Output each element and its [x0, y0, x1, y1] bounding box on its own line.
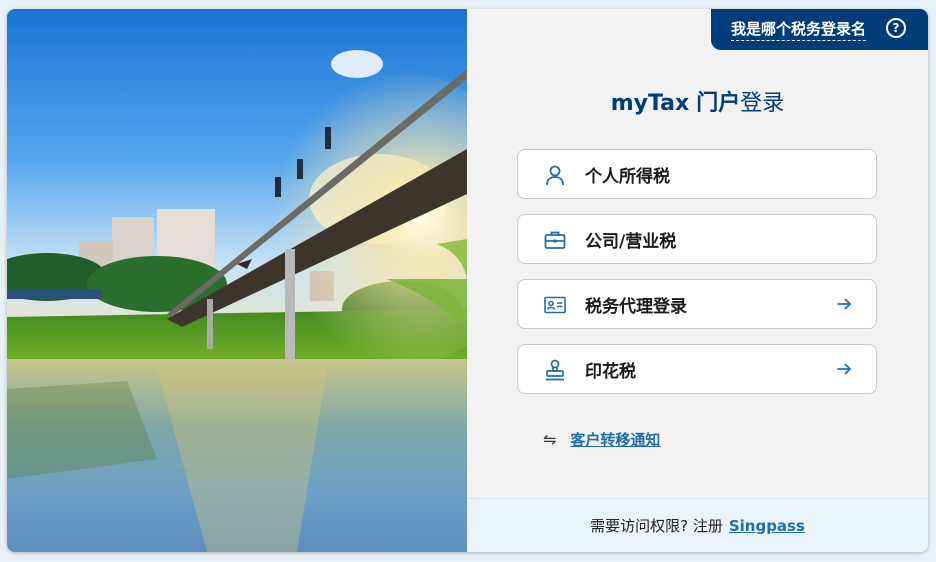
- which-tax-login-tab[interactable]: 我是哪个税务登录名 ?: [711, 9, 928, 50]
- page-title: myTax 门户登录: [467, 85, 928, 117]
- arrow-right-icon: [836, 361, 852, 377]
- id-card-icon: [544, 294, 566, 316]
- stamp-icon: [544, 359, 566, 381]
- stamp-duty-label: 印花税: [585, 361, 636, 382]
- individual-income-tax-button[interactable]: 个人所得税: [517, 149, 877, 199]
- title-login: 登录: [740, 91, 785, 116]
- which-tax-login-label[interactable]: 我是哪个税务登录名: [731, 18, 867, 41]
- login-panel: 我是哪个税务登录名 ? myTax 门户登录 个人所得税 公司/营业税 税务代理…: [467, 9, 928, 552]
- title-brand: myTax: [610, 91, 690, 116]
- individual-income-tax-label: 个人所得税: [585, 166, 670, 187]
- footer-bar: 需要访问权限? 注册 Singpass: [467, 498, 928, 552]
- client-transfer-link[interactable]: 客户转移通知: [570, 429, 660, 450]
- briefcase-icon: [544, 229, 566, 251]
- title-portal: 门户: [696, 91, 741, 116]
- company-business-tax-button[interactable]: 公司/营业税: [517, 214, 877, 264]
- swap-arrows-icon: ⇋: [543, 430, 557, 449]
- footer-text: 需要访问权限? 注册: [590, 517, 723, 535]
- singpass-register-link[interactable]: Singpass: [729, 517, 805, 535]
- tax-agent-login-label: 税务代理登录: [585, 296, 687, 317]
- hero-photo: [7, 9, 467, 552]
- login-card: 我是哪个税务登录名 ? myTax 门户登录 个人所得税 公司/营业税 税务代理…: [7, 9, 928, 552]
- company-business-tax-label: 公司/营业税: [585, 231, 677, 252]
- tax-agent-login-button[interactable]: 税务代理登录: [517, 279, 877, 329]
- client-transfer-notice[interactable]: ⇋ 客户转移通知: [543, 429, 660, 450]
- arrow-right-icon: [836, 296, 852, 312]
- person-icon: [544, 164, 566, 186]
- stamp-duty-button[interactable]: 印花税: [517, 344, 877, 394]
- help-icon[interactable]: ?: [886, 18, 906, 38]
